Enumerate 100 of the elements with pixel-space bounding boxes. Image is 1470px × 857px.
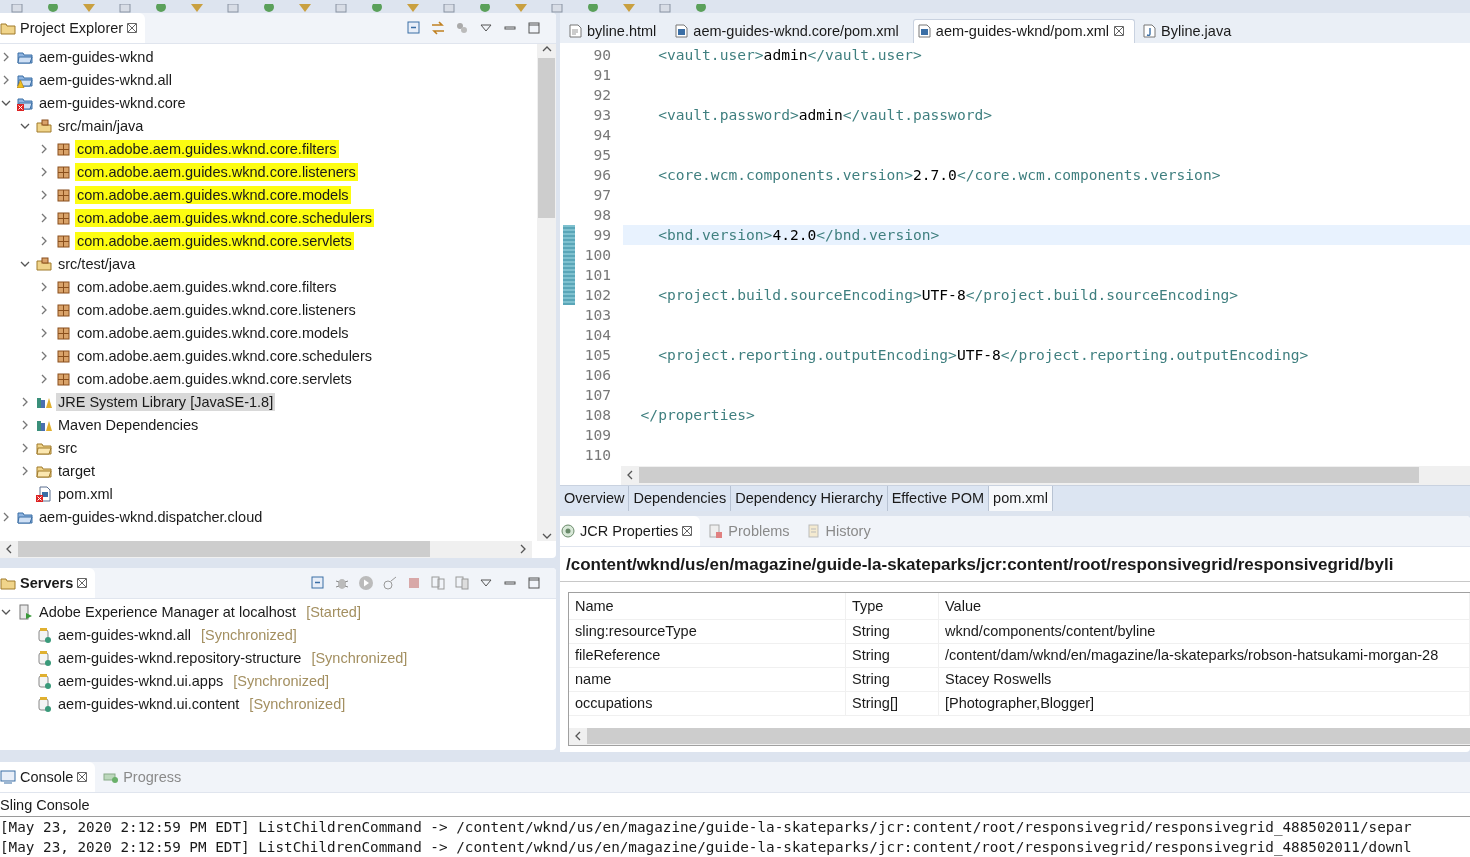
- column-header[interactable]: Value: [938, 592, 1470, 620]
- toolbar-icon[interactable]: [262, 3, 276, 13]
- chevron-icon[interactable]: [39, 190, 49, 201]
- collapse-all-icon[interactable]: [406, 19, 422, 36]
- arrow-left-icon[interactable]: [4, 544, 14, 555]
- tree-item[interactable]: com.adobe.aem.guides.wknd.core.listeners: [75, 301, 358, 320]
- chevron-icon[interactable]: [39, 351, 49, 362]
- horizontal-scrollbar[interactable]: [569, 727, 1470, 745]
- toolbar-icon[interactable]: [586, 3, 600, 13]
- arrow-left-icon[interactable]: [625, 470, 635, 481]
- arrow-left-icon[interactable]: [573, 731, 583, 742]
- tree-item[interactable]: src/test/java: [56, 255, 138, 274]
- column-header[interactable]: Type: [845, 592, 939, 620]
- console-name: Sling Console: [0, 793, 1470, 817]
- view-tab[interactable]: Servers: [0, 567, 96, 598]
- tree-item[interactable]: Adobe Experience Manager at localhost: [37, 603, 299, 622]
- folder-icon: [36, 440, 53, 457]
- editor-tab[interactable]: aem-guides-wknd.core/pom.xml: [670, 18, 910, 43]
- tree-item[interactable]: aem-guides-wknd.repository-structure: [56, 649, 304, 668]
- chevron-icon[interactable]: [39, 282, 49, 293]
- line-number: 103: [583, 306, 612, 324]
- chevron-icon[interactable]: [39, 144, 49, 155]
- chevron-icon[interactable]: [20, 420, 30, 431]
- tree-item[interactable]: aem-guides-wknd.core: [37, 94, 188, 113]
- tree-item[interactable]: Maven Dependencies: [56, 416, 201, 435]
- chevron-icon[interactable]: [39, 305, 49, 316]
- close-icon[interactable]: [682, 525, 693, 536]
- tree-item[interactable]: aem-guides-wknd: [37, 48, 156, 67]
- view-tab[interactable]: Console: [0, 762, 96, 792]
- tree-item[interactable]: target: [56, 462, 98, 481]
- page-tab[interactable]: Overview: [560, 485, 630, 511]
- tree-item[interactable]: com.adobe.aem.guides.wknd.core.schedulers: [75, 347, 374, 366]
- toolbar-icon[interactable]: [370, 3, 384, 13]
- column-header[interactable]: Name: [569, 592, 846, 620]
- tree-item[interactable]: src/main/java: [56, 117, 146, 136]
- close-icon[interactable]: [1114, 26, 1125, 37]
- chevron-icon[interactable]: [1, 52, 11, 63]
- code-line: <project.reporting.outputEncoding>UTF-8</project.reporting.outputEncoding>: [657, 345, 1309, 363]
- tree-item[interactable]: aem-guides-wknd.all: [56, 626, 193, 645]
- tree-item[interactable]: com.adobe.aem.guides.wknd.core.models: [75, 186, 351, 205]
- line-number: 104: [583, 326, 612, 344]
- chevron-icon[interactable]: [1, 512, 11, 523]
- editor-tab[interactable]: aem-guides-wknd/pom.xml: [912, 18, 1136, 43]
- maximize-icon[interactable]: [526, 574, 542, 591]
- tree-item[interactable]: pom.xml: [56, 485, 115, 504]
- close-icon[interactable]: [77, 772, 88, 782]
- play-icon[interactable]: [358, 574, 374, 591]
- toolbar-icon[interactable]: [694, 3, 708, 13]
- chevron-icon[interactable]: [39, 374, 49, 385]
- editor-tab[interactable]: byline.html: [564, 18, 668, 43]
- close-icon[interactable]: [77, 577, 88, 588]
- maximize-icon[interactable]: [526, 19, 542, 36]
- chevron-icon[interactable]: [39, 236, 49, 247]
- toolbar-icon[interactable]: [478, 3, 492, 13]
- chevron-icon[interactable]: [39, 213, 49, 224]
- toolbar-icon[interactable]: [154, 3, 168, 13]
- toolbar-icon[interactable]: [46, 3, 60, 13]
- view-tab[interactable]: JCR Properties: [560, 515, 701, 546]
- tree-item[interactable]: com.adobe.aem.guides.wknd.core.filters: [75, 278, 339, 297]
- page-tab[interactable]: Dependency Hierarchy: [731, 485, 888, 511]
- chevron-icon[interactable]: [20, 397, 30, 408]
- view-tab[interactable]: Project Explorer: [0, 12, 146, 43]
- tree-item[interactable]: com.adobe.aem.guides.wknd.core.listeners: [75, 163, 358, 182]
- chevron-icon[interactable]: [39, 328, 49, 339]
- tree-item[interactable]: com.adobe.aem.guides.wknd.core.servlets: [75, 232, 354, 251]
- vertical-scrollbar[interactable]: [537, 43, 556, 541]
- module-icon: [36, 696, 53, 713]
- module-icon: [36, 627, 53, 644]
- console-line: [May 23, 2020 2:12:59 PM EDT] ListChildrenCommand -> /content/wknd/us/en/magazine/guide-la-skateparks/jcr:content/root/responsivegrid/responsivegrid_488502011/separ: [0, 818, 1413, 837]
- tree-item[interactable]: aem-guides-wknd.all: [37, 71, 174, 90]
- chevron-icon[interactable]: [39, 167, 49, 178]
- table-cell: name: [569, 667, 846, 692]
- package-icon: [55, 141, 72, 158]
- tree-item[interactable]: JRE System Library [JavaSE-1.8]: [56, 393, 276, 412]
- toolbar-icon[interactable]: [550, 3, 564, 13]
- status-label: [Synchronized]: [233, 673, 330, 690]
- chevron-icon[interactable]: [20, 443, 30, 454]
- tree-item[interactable]: aem-guides-wknd.ui.content: [56, 695, 242, 714]
- page-tab[interactable]: pom.xml: [989, 485, 1053, 511]
- package-icon: [55, 233, 72, 250]
- page-tab[interactable]: Dependencies: [629, 485, 732, 511]
- tree-item[interactable]: com.adobe.aem.guides.wknd.core.models: [75, 324, 351, 343]
- history-icon: [805, 522, 822, 539]
- tree-item[interactable]: src: [56, 439, 80, 458]
- tree-item[interactable]: com.adobe.aem.guides.wknd.core.servlets: [75, 370, 354, 389]
- arrow-right-icon[interactable]: [518, 544, 528, 555]
- close-icon[interactable]: [127, 22, 138, 33]
- table-cell: sling:resourceType: [569, 619, 846, 644]
- editor-tab[interactable]: Byline.java: [1138, 18, 1243, 43]
- horizontal-scrollbar[interactable]: [621, 465, 1470, 485]
- tree-item[interactable]: aem-guides-wknd.dispatcher.cloud: [37, 508, 265, 527]
- tree-item[interactable]: aem-guides-wknd.ui.apps: [56, 672, 226, 691]
- tree-item[interactable]: com.adobe.aem.guides.wknd.core.filters: [75, 140, 339, 159]
- chevron-icon[interactable]: [1, 75, 11, 86]
- tree-item[interactable]: com.adobe.aem.guides.wknd.core.schedulers: [75, 209, 374, 228]
- link-icon[interactable]: [430, 19, 446, 36]
- chevron-icon[interactable]: [20, 466, 30, 477]
- horizontal-scrollbar[interactable]: [0, 540, 532, 558]
- collapse-all-icon[interactable]: [310, 574, 326, 591]
- line-number: 101: [583, 266, 612, 284]
